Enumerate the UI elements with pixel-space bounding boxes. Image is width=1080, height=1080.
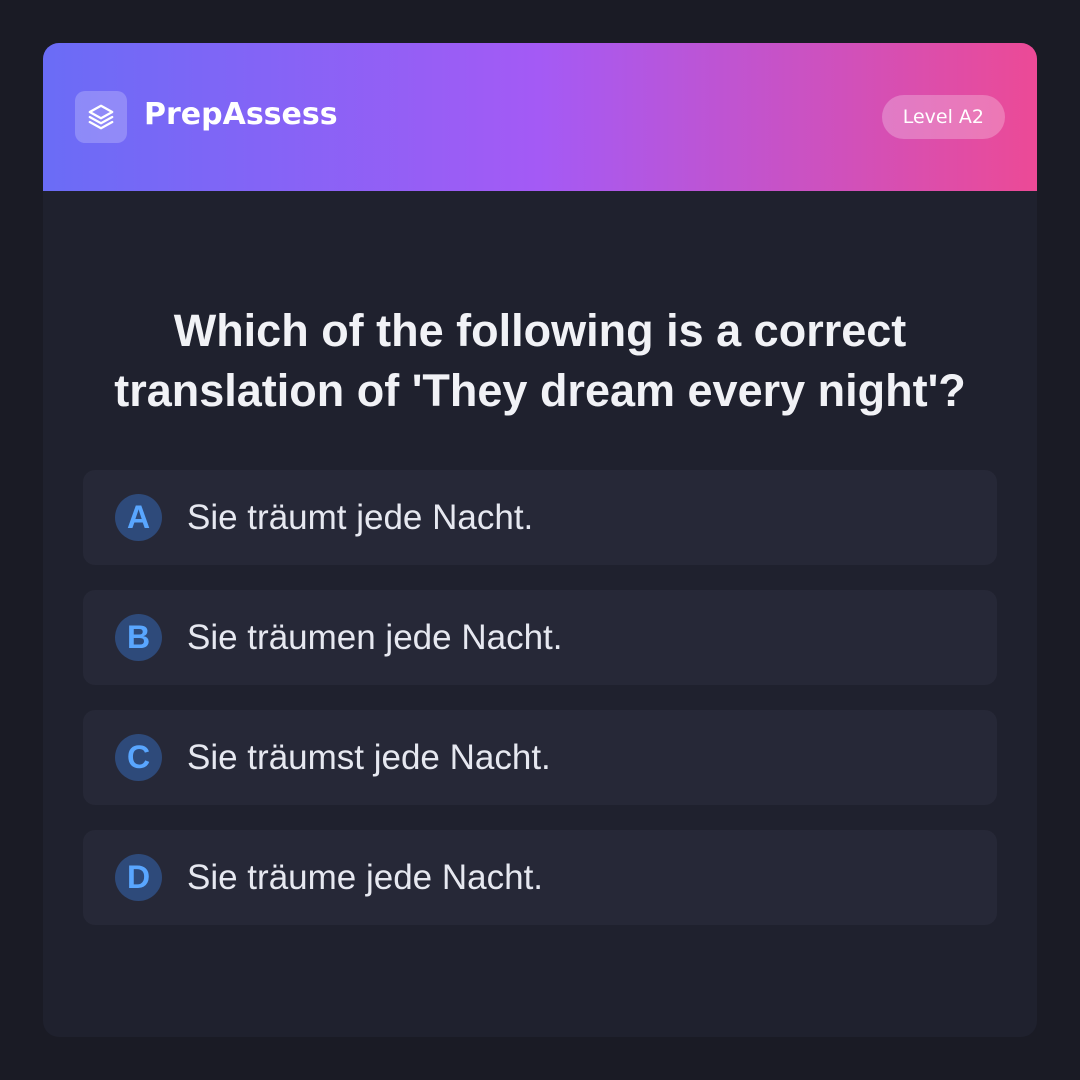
option-label: Sie träumst jede Nacht.: [187, 738, 551, 777]
option-letter: C: [115, 734, 162, 781]
brand-name: PrepAssess: [144, 97, 338, 132]
option-letter: A: [115, 494, 162, 541]
answer-options: A Sie träumt jede Nacht. B Sie träumen j…: [83, 470, 997, 950]
option-a[interactable]: A Sie träumt jede Nacht.: [83, 470, 997, 565]
option-letter: D: [115, 854, 162, 901]
option-label: Sie träumen jede Nacht.: [187, 618, 563, 657]
level-badge: Level A2: [881, 95, 1005, 139]
layers-icon: [88, 104, 114, 130]
quiz-card: PrepAssess Level A2 Which of the followi…: [43, 43, 1037, 1037]
question-text: Which of the following is a correct tran…: [114, 305, 966, 416]
option-label: Sie träumt jede Nacht.: [187, 498, 534, 537]
option-b[interactable]: B Sie träumen jede Nacht.: [83, 590, 997, 685]
option-letter: B: [115, 614, 162, 661]
option-label: Sie träume jede Nacht.: [187, 858, 544, 897]
header-bar: PrepAssess Level A2: [43, 43, 1037, 191]
option-d[interactable]: D Sie träume jede Nacht.: [83, 830, 997, 925]
option-c[interactable]: C Sie träumst jede Nacht.: [83, 710, 997, 805]
logo: [75, 91, 127, 143]
